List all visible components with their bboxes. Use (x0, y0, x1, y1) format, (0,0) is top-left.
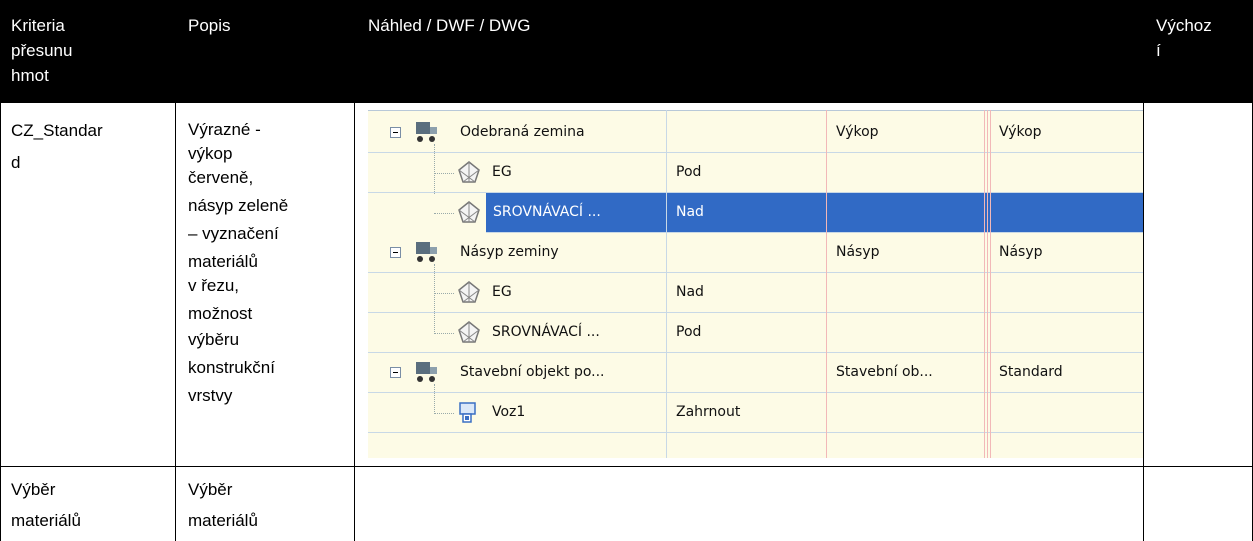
document-page: Kriteria přesunu hmot Popis Náhled / DWF… (0, 0, 1253, 541)
header-description: Popis (188, 16, 231, 35)
tree-connector (434, 213, 454, 214)
header-criteria-line: přesunu (11, 41, 73, 60)
header-preview: Náhled / DWF / DWG (368, 16, 531, 35)
description-line: výběru (188, 330, 240, 349)
tree-row-cut-fill: Násyp (836, 244, 880, 260)
description-line: materiálů (188, 252, 258, 271)
column-divider (1143, 103, 1144, 541)
surface-icon (458, 161, 480, 183)
table-header: Kriteria přesunu hmot Popis Náhled / DWF… (0, 0, 1253, 103)
surface-icon (458, 321, 480, 343)
header-criteria-line: hmot (11, 66, 49, 85)
collapse-icon[interactable] (390, 127, 401, 138)
tree-row-position: Nad (676, 284, 704, 300)
tree-row-style: Násyp (999, 244, 1043, 260)
header-default-line: Výchoz (1156, 16, 1212, 35)
row-description: Výrazné - výkop červeně, násyp zeleně – … (188, 118, 288, 408)
tree-row[interactable]: Stavební objekt po... Stavební ob... Sta… (368, 353, 1143, 393)
tree-row-position: Nad (676, 204, 704, 220)
header-criteria-line: Kriteria (11, 16, 65, 35)
row-description: Výběr materiálů (188, 474, 258, 536)
tree-row-name: SROVNÁVACÍ ... (492, 324, 600, 340)
description-line: Výběr (188, 480, 233, 499)
header-default: Výchoz í (1156, 13, 1212, 63)
tree-connector (434, 293, 454, 294)
tree-connector (434, 384, 435, 414)
description-line: konstrukční (188, 358, 275, 377)
description-line: Výrazné - (188, 120, 261, 139)
tree-row-cut-fill: Stavební ob... (836, 364, 933, 380)
tree-connector (434, 144, 435, 194)
criteria-line: materiálů (11, 511, 81, 530)
corridor-icon (459, 402, 476, 423)
tree-connector (434, 413, 454, 414)
tree-connector (434, 264, 435, 334)
description-line: možnost (188, 304, 253, 323)
tree-row-selected[interactable]: SROVNÁVACÍ ... Nad (486, 193, 1143, 233)
grid-column-separator (987, 110, 988, 458)
header-default-line: í (1156, 41, 1161, 60)
column-divider (175, 103, 176, 541)
tree-row-name: Odebraná zemina (460, 124, 585, 140)
tree-row[interactable]: SROVNÁVACÍ ... Pod (368, 313, 1143, 353)
column-divider (354, 103, 355, 541)
criteria-line: d (11, 153, 21, 172)
tree-row-name: Násyp zeminy (460, 244, 559, 260)
tree-row-style: Standard (999, 364, 1063, 380)
description-line: materiálů (188, 511, 258, 530)
grid-column-separator (984, 110, 985, 458)
description-line: násyp zeleně (188, 196, 289, 215)
tree-connector (434, 173, 454, 174)
grid-column-separator (666, 110, 667, 458)
description-line: – vyznačení (188, 224, 279, 243)
truck-icon (416, 122, 437, 142)
header-criteria: Kriteria přesunu hmot (11, 13, 72, 88)
tree-row-name: EG (492, 164, 512, 180)
collapse-icon[interactable] (390, 247, 401, 258)
tree-row-style: Výkop (999, 124, 1042, 140)
surface-icon (458, 281, 480, 303)
tree-connector (434, 333, 454, 334)
tree-row[interactable]: EG Nad (368, 273, 1143, 313)
description-line: v řezu, (188, 276, 240, 295)
grid-column-separator (826, 110, 827, 458)
tree-row-position: Pod (676, 164, 702, 180)
truck-icon (416, 242, 437, 262)
tree-row-cut-fill: Výkop (836, 124, 879, 140)
collapse-icon[interactable] (390, 367, 401, 378)
row-criteria: CZ_Standar d (11, 118, 103, 175)
truck-icon (416, 362, 437, 382)
tree-row-name: Stavební objekt po... (460, 364, 605, 380)
tree-row-position: Pod (676, 324, 702, 340)
criteria-line: Výběr (11, 480, 56, 499)
tree-row[interactable]: Odebraná zemina Výkop Výkop (368, 113, 1143, 153)
criteria-line: CZ_Standar (11, 121, 103, 140)
tree-row[interactable]: Voz1 Zahrnout (368, 393, 1143, 433)
tree-row-position: Zahrnout (676, 404, 741, 420)
grid-column-separator (990, 110, 991, 458)
tree-row-name: EG (492, 284, 512, 300)
surface-icon (458, 201, 480, 223)
grid-top-border (368, 110, 1143, 111)
tree-row[interactable]: Násyp zeminy Násyp Násyp (368, 233, 1143, 273)
tree-row-name: Voz1 (492, 404, 526, 420)
preview-image: Odebraná zemina Výkop Výkop EG Pod SROVN… (368, 110, 1143, 458)
description-line: vrstvy (188, 386, 233, 405)
row-divider (0, 466, 1253, 467)
tree-row-name: SROVNÁVACÍ ... (493, 204, 601, 220)
tree-row[interactable]: EG Pod (368, 153, 1143, 193)
description-line: červeně, (188, 168, 254, 187)
tree-row-indent (368, 193, 486, 232)
row-criteria: Výběr materiálů (11, 474, 81, 536)
table-border-left (0, 103, 1, 541)
description-line: výkop (188, 144, 233, 163)
